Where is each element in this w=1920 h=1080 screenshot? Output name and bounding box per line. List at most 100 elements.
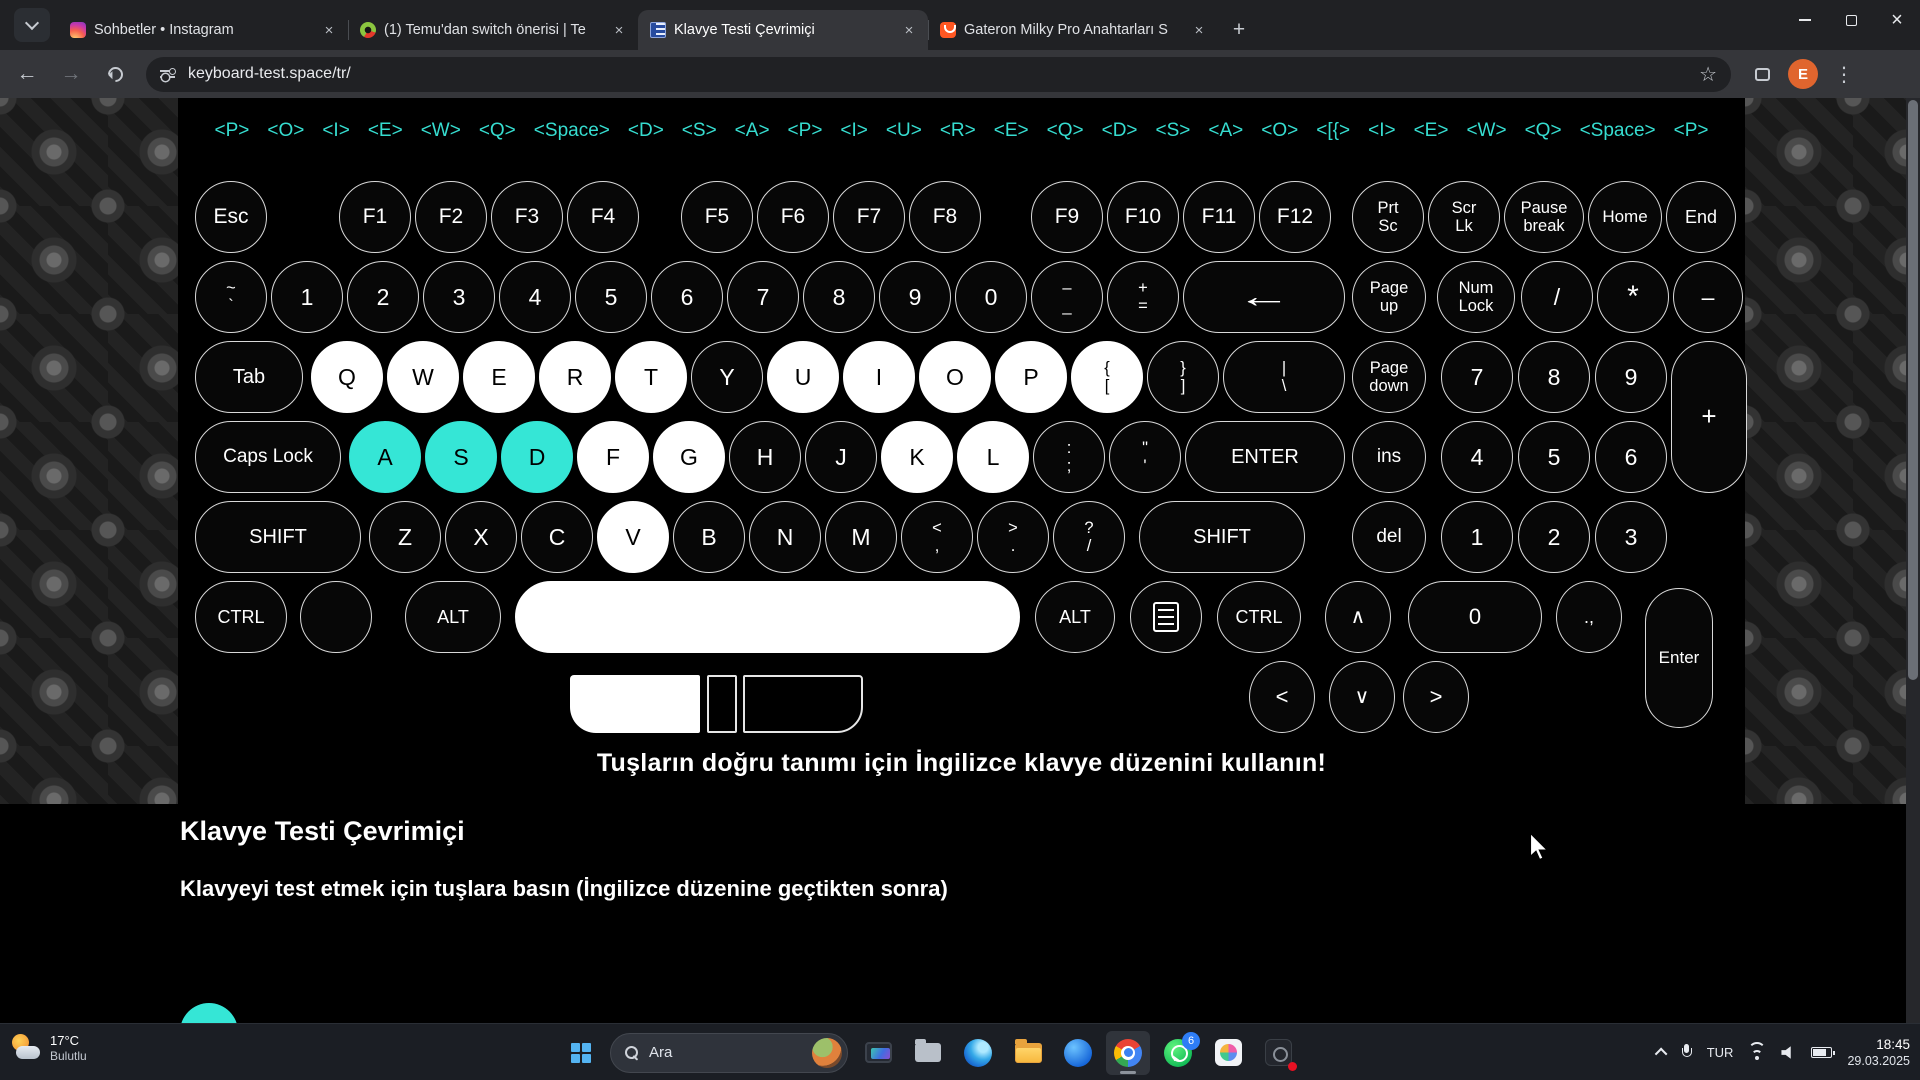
background-pattern-left (0, 98, 178, 804)
key-g: G (653, 421, 725, 493)
new-tab-button[interactable]: + (1224, 15, 1254, 45)
clock[interactable]: 18:45 29.03.2025 (1847, 1036, 1910, 1070)
tab-close-icon[interactable]: × (320, 21, 338, 39)
history-item: <S> (1156, 120, 1191, 142)
taskbar-app-blue[interactable] (1056, 1031, 1100, 1075)
key-label: 1 (301, 285, 314, 309)
taskbar-app-file-explorer[interactable] (1006, 1031, 1050, 1075)
tab-close-icon[interactable]: × (1190, 21, 1208, 39)
key-label: F6 (781, 206, 806, 228)
tab-close-icon[interactable]: × (900, 21, 918, 39)
history-item: <E> (1414, 120, 1449, 142)
weather-icon (10, 1032, 42, 1064)
key-label: F3 (515, 206, 540, 228)
page-scrollbar[interactable] (1906, 98, 1920, 1080)
site-settings-icon[interactable] (160, 66, 176, 82)
search-daily-image[interactable] (812, 1038, 842, 1068)
extensions-icon[interactable] (1755, 68, 1770, 81)
key-label: down (1369, 377, 1408, 395)
key-np8: 8 (1518, 341, 1590, 413)
key-capslock: Caps Lock (195, 421, 341, 493)
key-u: U (767, 341, 839, 413)
taskbar-app-dark[interactable] (1256, 1031, 1300, 1075)
scrollbar-thumb[interactable] (1908, 100, 1918, 680)
close-button[interactable]: × (1874, 0, 1920, 40)
taskbar-app-edge[interactable] (956, 1031, 1000, 1075)
taskbar-app-edge-icon (964, 1039, 992, 1067)
key-label: Z (398, 525, 412, 549)
taskbar-app-whatsapp[interactable]: 6 (1156, 1031, 1200, 1075)
key-bracket-right: }] (1147, 341, 1219, 413)
language-indicator[interactable]: TUR (1707, 1045, 1734, 1060)
taskbar-app-files[interactable] (906, 1031, 950, 1075)
key-label: ? (1084, 519, 1093, 537)
back-button[interactable]: ← (10, 57, 44, 91)
taskbar-app-monitor[interactable] (856, 1031, 900, 1075)
key-label: 8 (833, 285, 846, 309)
taskbar-app-color[interactable] (1206, 1031, 1250, 1075)
volume-icon[interactable] (1781, 1046, 1796, 1060)
tab-search-button[interactable] (14, 8, 50, 42)
key-slash: ?/ (1053, 501, 1125, 573)
key-label: _ (1062, 297, 1071, 315)
address-bar[interactable]: keyboard-test.space/tr/ ☆ (146, 57, 1731, 92)
taskbar-app-chrome[interactable] (1106, 1031, 1150, 1075)
forward-button[interactable]: → (54, 57, 88, 91)
bookmark-star-icon[interactable]: ☆ (1699, 62, 1717, 87)
key-f2: F2 (415, 181, 487, 253)
key-del: del (1352, 501, 1426, 573)
browser-tab-3[interactable]: Klavye Testi Çevrimiçi × (638, 10, 928, 50)
key-label: [ (1105, 377, 1110, 395)
key-label: 4 (1471, 445, 1484, 469)
browser-tab-2[interactable]: (1) Temu'dan switch önerisi | Te× (348, 10, 638, 50)
key-0: 0 (955, 261, 1027, 333)
key-label: X (473, 525, 488, 549)
key-label: Pause (1521, 199, 1568, 217)
minimize-button[interactable] (1782, 0, 1828, 40)
profile-avatar[interactable]: E (1788, 59, 1818, 89)
key-s: S (425, 421, 497, 493)
key-label: + (1701, 403, 1716, 430)
history-item: <P> (214, 120, 249, 142)
battery-icon[interactable] (1811, 1047, 1832, 1058)
key-label: E (491, 365, 506, 389)
key-label: 7 (757, 285, 770, 309)
key-3: 3 (423, 261, 495, 333)
tab-title: Klavye Testi Çevrimiçi (674, 22, 892, 38)
start-button[interactable] (560, 1032, 602, 1074)
key-np0: 0 (1408, 581, 1542, 653)
key-a: A (349, 421, 421, 493)
key-np-enter: Enter (1645, 588, 1713, 728)
tray-overflow-chevron-icon[interactable] (1654, 1048, 1667, 1061)
key-8: 8 (803, 261, 875, 333)
microphone-icon[interactable] (1682, 1044, 1692, 1061)
key-home: Home (1588, 181, 1662, 253)
key-2: 2 (347, 261, 419, 333)
maximize-button[interactable] (1828, 0, 1874, 40)
weather-condition: Bulutlu (50, 1049, 87, 1063)
key-prtsc: PrtSc (1352, 181, 1424, 253)
key-label: F12 (1277, 206, 1313, 228)
key-m: M (825, 501, 897, 573)
browser-tab-1[interactable]: Sohbetler • Instagram× (58, 10, 348, 50)
key-np-decimal: ., (1556, 581, 1622, 653)
history-item: <O> (267, 120, 304, 142)
history-item: <Space> (534, 120, 610, 142)
search-icon (625, 1046, 639, 1060)
weather-widget[interactable]: 17°C Bulutlu (10, 1032, 87, 1064)
browser-menu-icon[interactable]: ⋮ (1834, 62, 1854, 87)
key-5: 5 (575, 261, 647, 333)
browser-tab-4[interactable]: Gateron Milky Pro Anahtarları S× (928, 10, 1218, 50)
key-f1: F1 (339, 181, 411, 253)
key-v: V (597, 501, 669, 573)
key-c: C (521, 501, 593, 573)
tab-close-icon[interactable]: × (610, 21, 628, 39)
key-label: Scr (1452, 199, 1477, 217)
key-h: H (729, 421, 801, 493)
webpage: <P><O><I><E><W><Q><Space><D><S><A><P><I>… (0, 98, 1906, 1080)
search-box[interactable]: Ara (610, 1033, 848, 1073)
taskbar-app-monitor-icon (865, 1042, 892, 1063)
key-arrow-down: ∨ (1329, 661, 1395, 733)
wifi-icon[interactable] (1748, 1045, 1766, 1060)
reload-button[interactable] (98, 57, 132, 91)
